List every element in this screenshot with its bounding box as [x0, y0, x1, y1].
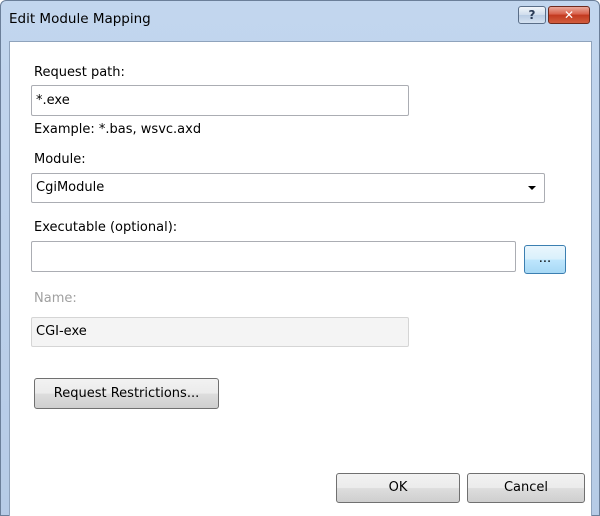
dialog-title: Edit Module Mapping: [9, 11, 151, 27]
dialog-body: Request path: Example: *.bas, wsvc.axd M…: [9, 41, 592, 516]
edit-module-mapping-dialog: Edit Module Mapping ? ✕ Request path: Ex…: [0, 0, 600, 516]
request-path-example: Example: *.bas, wsvc.axd: [34, 122, 202, 137]
cancel-button-label: Cancel: [503, 480, 549, 495]
module-selected-value: CgiModule: [36, 180, 105, 195]
dropdown-arrow-icon: [528, 186, 536, 190]
ok-button[interactable]: OK: [336, 473, 460, 503]
close-button[interactable]: ✕: [548, 6, 590, 24]
module-label: Module:: [34, 152, 86, 167]
ok-button-label: OK: [388, 480, 408, 495]
executable-input[interactable]: [31, 241, 516, 272]
help-button[interactable]: ?: [518, 6, 546, 24]
request-path-input[interactable]: [31, 85, 409, 116]
request-restrictions-label: Request Restrictions...: [53, 386, 200, 401]
name-field: CGI-exe: [31, 317, 409, 347]
browse-button-label: ...: [538, 251, 552, 266]
module-select[interactable]: CgiModule: [31, 173, 545, 203]
request-restrictions-button[interactable]: Request Restrictions...: [34, 378, 219, 409]
browse-button[interactable]: ...: [524, 245, 566, 274]
help-icon: ?: [528, 8, 536, 22]
title-bar[interactable]: Edit Module Mapping ? ✕: [1, 1, 599, 41]
name-label: Name:: [34, 291, 77, 306]
name-value: CGI-exe: [36, 324, 87, 339]
cancel-button[interactable]: Cancel: [467, 473, 585, 503]
executable-label: Executable (optional):: [34, 220, 178, 235]
close-icon: ✕: [563, 8, 575, 22]
request-path-label: Request path:: [34, 65, 125, 80]
